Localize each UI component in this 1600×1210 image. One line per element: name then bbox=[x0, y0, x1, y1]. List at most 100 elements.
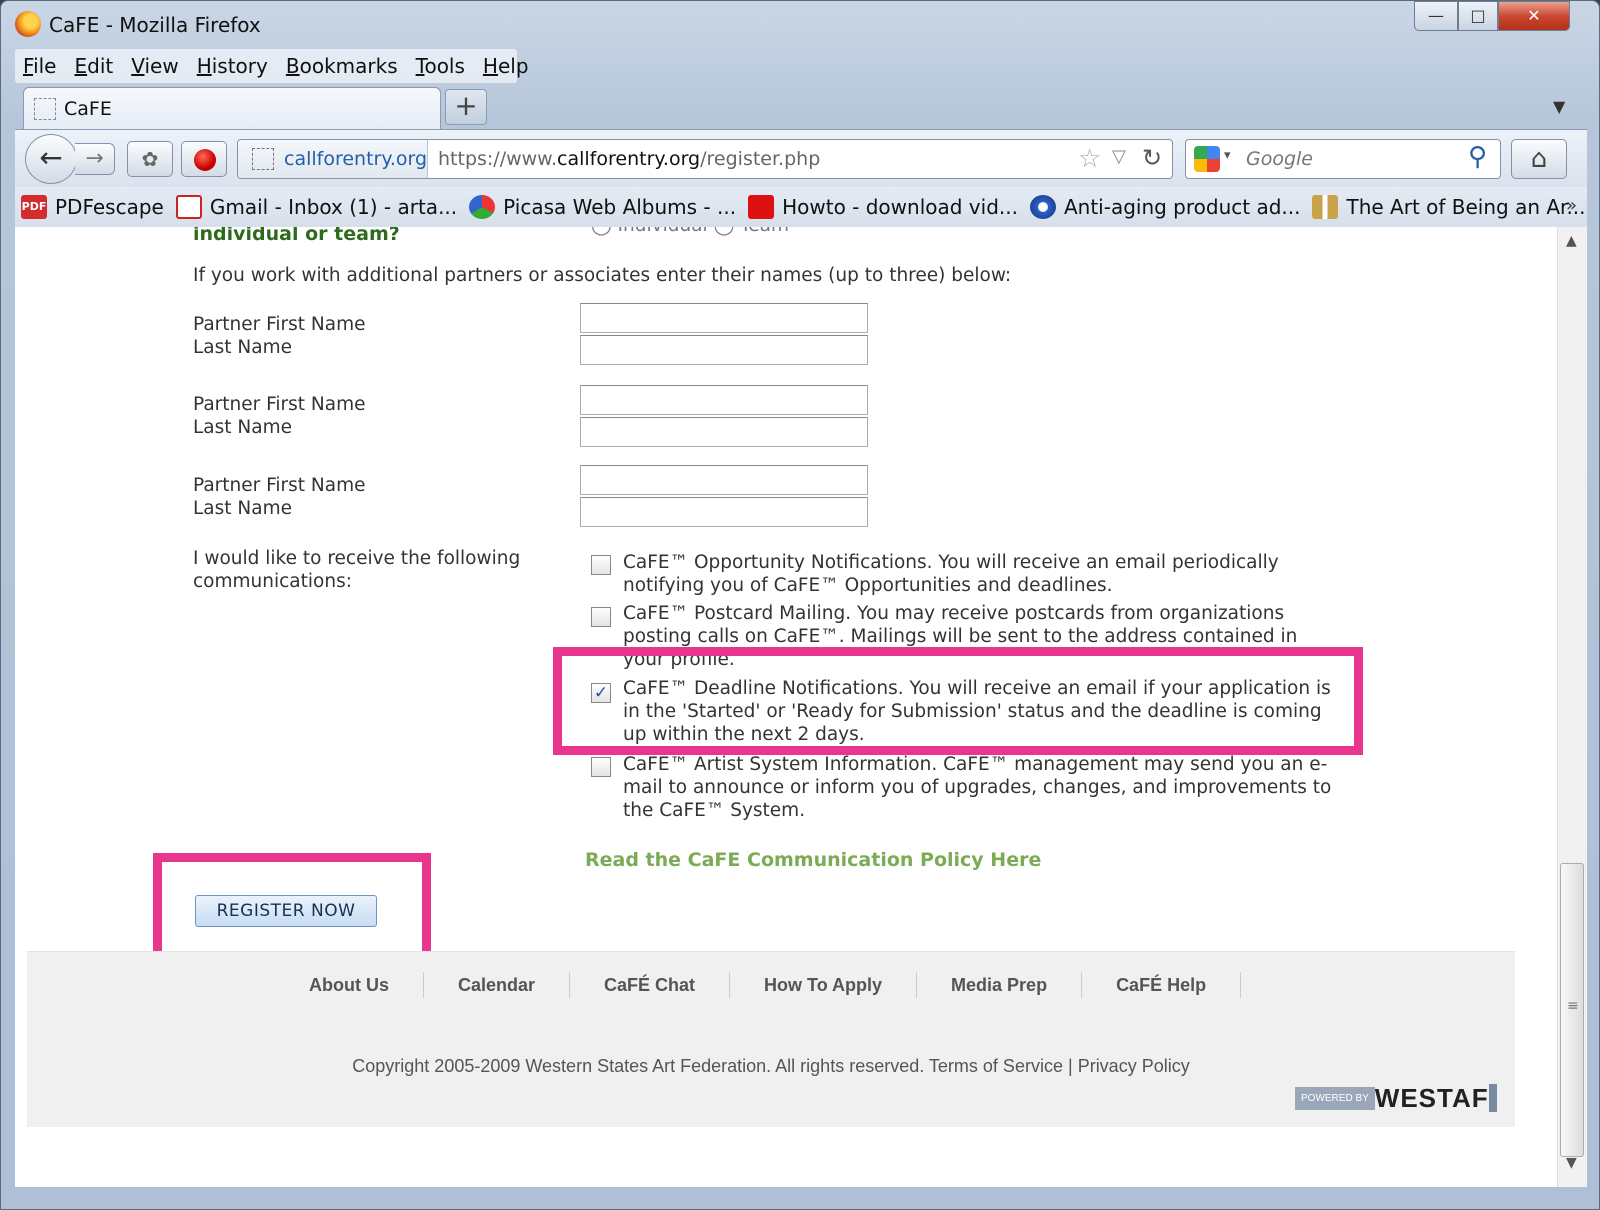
bookmarks-toolbar: PDF PDFescape Gmail - Inbox (1) - arta...… bbox=[15, 187, 1587, 227]
bookmark-gmail[interactable]: Gmail - Inbox (1) - arta... bbox=[175, 195, 457, 219]
partner-1-first-label: Partner First Name bbox=[193, 314, 366, 335]
scroll-down-icon[interactable]: ▼ bbox=[1566, 1155, 1577, 1171]
search-input[interactable]: Google bbox=[1246, 148, 1313, 170]
opportunity-notifications-text: CaFE™ Opportunity Notifications. You wil… bbox=[623, 552, 1279, 596]
menu-file[interactable]: File bbox=[23, 54, 56, 78]
url-text[interactable]: https://www.callforentry.org/register.ph… bbox=[438, 148, 820, 170]
gmail-icon bbox=[175, 195, 202, 219]
search-icon[interactable]: ⚲ bbox=[1468, 142, 1487, 172]
youtube-icon bbox=[748, 195, 775, 219]
navigation-toolbar: ← → ✿ callforentry.org https://www.callf… bbox=[15, 129, 1587, 187]
partners-intro-text: If you work with additional partners or … bbox=[193, 265, 1012, 286]
record-icon bbox=[194, 149, 216, 171]
partner-1-last-input[interactable] bbox=[580, 335, 868, 365]
new-tab-button[interactable]: + bbox=[445, 89, 487, 125]
scrollbar-thumb[interactable]: ≡ bbox=[1560, 863, 1584, 1157]
bookmark-howto[interactable]: Howto - download vid... bbox=[748, 195, 1018, 219]
artist-system-info-checkbox[interactable] bbox=[591, 757, 611, 777]
menu-help[interactable]: Help bbox=[483, 54, 529, 78]
page-favicon-icon bbox=[34, 98, 56, 120]
firefox-logo-icon bbox=[15, 11, 41, 37]
partner-3-last-input[interactable] bbox=[580, 497, 868, 527]
back-button[interactable]: ← bbox=[25, 134, 77, 184]
terms-of-service-link[interactable]: Terms of Service bbox=[929, 1056, 1063, 1076]
partner-1-first-input[interactable] bbox=[580, 303, 868, 333]
footer-link-media-prep[interactable]: Media Prep bbox=[917, 972, 1083, 998]
footer-link-about-us[interactable]: About Us bbox=[275, 972, 424, 998]
partner-3-last-label: Last Name bbox=[193, 498, 292, 519]
menu-history[interactable]: History bbox=[197, 54, 268, 78]
westaf-name: WESTAF bbox=[1374, 1082, 1489, 1113]
bookmark-star-icon[interactable]: ☆ bbox=[1078, 144, 1101, 174]
site-footer: About Us Calendar CaFÉ Chat How To Apply… bbox=[27, 951, 1515, 1127]
footer-nav: About Us Calendar CaFÉ Chat How To Apply… bbox=[275, 972, 1242, 998]
menu-bookmarks[interactable]: Bookmarks bbox=[286, 54, 398, 78]
partner-2-first-input[interactable] bbox=[580, 385, 868, 415]
tab-cafe[interactable]: CaFE bbox=[23, 87, 441, 129]
footer-separator: | bbox=[1067, 1056, 1073, 1076]
register-now-button[interactable]: REGISTER NOW bbox=[195, 895, 377, 927]
partner-2-last-label: Last Name bbox=[193, 417, 292, 438]
copyright-text: Copyright 2005-2009 Western States Art F… bbox=[352, 1056, 925, 1076]
bookmark-picasa[interactable]: Picasa Web Albums - ... bbox=[469, 195, 736, 219]
opportunity-notifications-checkbox[interactable] bbox=[591, 555, 611, 575]
menu-edit[interactable]: Edit bbox=[74, 54, 113, 78]
partner-3-first-input[interactable] bbox=[580, 465, 868, 495]
home-button[interactable]: ⌂ bbox=[1511, 139, 1567, 179]
maximize-button[interactable]: □ bbox=[1458, 1, 1498, 31]
footer-link-cafe-help[interactable]: CaFÉ Help bbox=[1082, 972, 1242, 998]
picasa-icon bbox=[469, 195, 496, 219]
powered-by-label: POWERED BY bbox=[1295, 1086, 1375, 1110]
footer-link-cafe-chat[interactable]: CaFÉ Chat bbox=[570, 972, 731, 998]
bookmark-pdfescape[interactable]: PDF PDFescape bbox=[21, 195, 164, 219]
menu-view[interactable]: View bbox=[131, 54, 178, 78]
westaf-logo[interactable]: POWERED BY WESTAF bbox=[1295, 1082, 1497, 1113]
team-radio-group[interactable]: ◯ Individual ◯ Team bbox=[591, 227, 789, 236]
google-logo-icon[interactable] bbox=[1194, 146, 1220, 172]
forward-button[interactable]: → bbox=[75, 143, 115, 175]
close-button[interactable]: ✕ bbox=[1498, 1, 1570, 31]
footer-link-how-to-apply[interactable]: How To Apply bbox=[730, 972, 918, 998]
scrollbar-grip-icon: ≡ bbox=[1567, 998, 1579, 1014]
menu-bar: File Edit View History Bookmarks Tools H… bbox=[15, 49, 529, 83]
footer-link-calendar[interactable]: Calendar bbox=[424, 972, 571, 998]
window-title: CaFE - Mozilla Firefox bbox=[49, 13, 261, 37]
bookmark-art-of-being[interactable]: The Art of Being an Ar... bbox=[1312, 195, 1586, 219]
reload-icon[interactable]: ↻ bbox=[1142, 144, 1162, 172]
scroll-up-icon[interactable]: ▲ bbox=[1566, 233, 1577, 249]
search-engine-dropdown-icon[interactable]: ▾ bbox=[1224, 148, 1231, 163]
artist-system-info-text: CaFE™ Artist System Information. CaFE™ m… bbox=[623, 754, 1332, 821]
deadline-highlight-box bbox=[553, 647, 1363, 755]
list-all-tabs-icon[interactable]: ▼ bbox=[1553, 97, 1565, 116]
url-bar[interactable]: callforentry.org https://www.callforentr… bbox=[237, 139, 1173, 179]
title-bar: CaFE - Mozilla Firefox — □ ✕ bbox=[1, 1, 1599, 47]
privacy-policy-link[interactable]: Privacy Policy bbox=[1078, 1056, 1190, 1076]
addon-button[interactable]: ✿ bbox=[127, 141, 173, 177]
page-viewport: individual or team? ◯ Individual ◯ Team … bbox=[15, 227, 1587, 1187]
minimize-button[interactable]: — bbox=[1414, 1, 1458, 31]
partner-2-last-input[interactable] bbox=[580, 417, 868, 447]
team-question: individual or team? bbox=[193, 227, 400, 245]
history-dropdown-icon[interactable]: ▽ bbox=[1112, 146, 1126, 167]
communications-label: I would like to receive the following co… bbox=[193, 548, 521, 592]
bookmark-anti-aging[interactable]: Anti-aging product ad... bbox=[1029, 195, 1300, 219]
record-button[interactable] bbox=[181, 141, 227, 177]
bookmarks-overflow-icon[interactable]: » bbox=[1566, 195, 1577, 216]
tab-label: CaFE bbox=[64, 98, 112, 120]
art-icon bbox=[1312, 195, 1339, 219]
partner-3-first-label: Partner First Name bbox=[193, 475, 366, 496]
vertical-scrollbar[interactable]: ▲ ≡ ▼ bbox=[1557, 227, 1587, 1187]
search-box[interactable]: ▾ Google ⚲ bbox=[1185, 139, 1501, 179]
copyright-line: Copyright 2005-2009 Western States Art F… bbox=[27, 1056, 1515, 1077]
menu-tools[interactable]: Tools bbox=[416, 54, 465, 78]
partner-1-last-label: Last Name bbox=[193, 337, 292, 358]
site-identity-label: callforentry.org bbox=[284, 148, 428, 170]
browser-window: CaFE - Mozilla Firefox — □ ✕ File Edit V… bbox=[0, 0, 1600, 1210]
communication-policy-link[interactable]: Read the CaFE Communication Policy Here bbox=[585, 849, 1041, 871]
postcard-mailing-checkbox[interactable] bbox=[591, 607, 611, 627]
anti-aging-icon bbox=[1029, 195, 1056, 219]
site-favicon-icon bbox=[252, 148, 274, 170]
site-identity-button[interactable]: callforentry.org bbox=[238, 140, 428, 178]
westaf-bar bbox=[1488, 1084, 1497, 1112]
pdf-icon: PDF bbox=[21, 195, 47, 219]
